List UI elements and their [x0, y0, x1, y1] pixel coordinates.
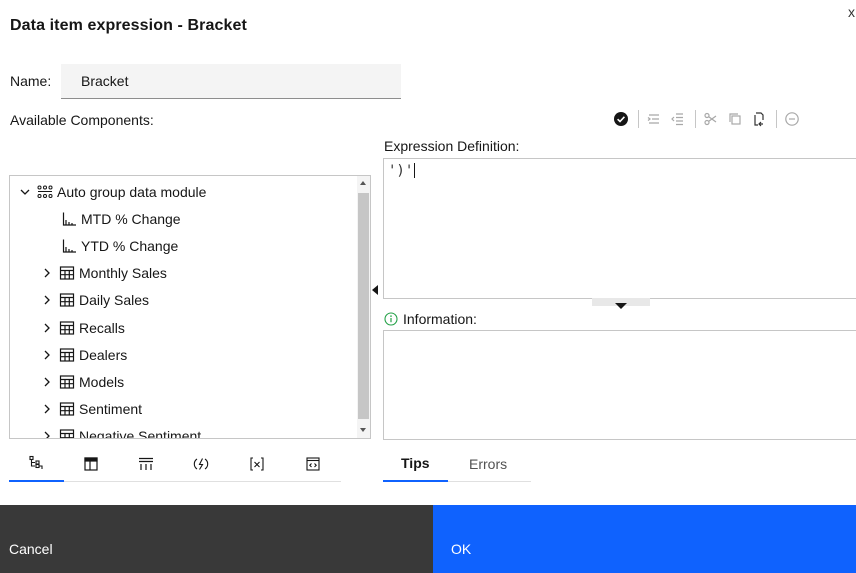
measure-icon: [60, 210, 77, 227]
tab-errors[interactable]: Errors: [469, 446, 507, 482]
table-icon: [58, 346, 75, 363]
information-panel: [383, 330, 856, 440]
info-tabs: Tips Errors: [383, 446, 531, 482]
name-label: Name:: [10, 73, 52, 89]
information-header: Information:: [384, 311, 477, 327]
scrollbar-thumb[interactable]: [358, 193, 369, 419]
tree-item[interactable]: Recalls: [40, 314, 125, 341]
tree-item-label: Monthly Sales: [79, 265, 167, 282]
information-label: Information:: [403, 311, 477, 327]
tab-source-tree[interactable]: [9, 446, 64, 482]
chevron-right-icon[interactable]: [40, 404, 54, 414]
chevron-right-icon[interactable]: [40, 377, 54, 387]
paste-icon[interactable]: [748, 108, 770, 130]
tree-item-label: Daily Sales: [79, 292, 150, 309]
collapse-left-icon[interactable]: [372, 285, 378, 295]
chevron-right-icon[interactable]: [40, 350, 54, 360]
table-icon: [58, 373, 75, 390]
tree-item[interactable]: Dealers: [40, 341, 127, 368]
cut-icon[interactable]: [700, 108, 722, 130]
tree-item[interactable]: Negative Sentiment: [40, 423, 202, 439]
expression-definition-label: Expression Definition:: [384, 138, 520, 154]
tab-query-items[interactable]: [118, 446, 173, 482]
expression-text: ')': [388, 163, 414, 179]
tab-parameters[interactable]: [229, 446, 284, 482]
tree-item[interactable]: Auto group data module: [18, 178, 206, 205]
tree-item-label: Dealers: [79, 346, 128, 363]
tree-item-label: Sentiment: [79, 401, 143, 418]
measure-icon: [60, 237, 77, 254]
name-input[interactable]: Bracket: [61, 64, 401, 99]
tree-item[interactable]: Daily Sales: [40, 287, 149, 314]
chevron-right-icon[interactable]: [40, 268, 54, 278]
table-icon: [58, 265, 75, 282]
chevron-right-icon[interactable]: [40, 431, 54, 438]
component-tabs: [9, 446, 341, 482]
data-module-icon: [36, 183, 53, 200]
functions-icon: [193, 456, 209, 472]
tree-item-label: Recalls: [79, 319, 125, 336]
tree-item[interactable]: YTD % Change: [60, 232, 178, 259]
tree-scrollbar[interactable]: [357, 176, 370, 438]
chevron-right-icon[interactable]: [40, 323, 54, 333]
table-icon: [58, 428, 75, 438]
tree-item-label: Models: [79, 373, 125, 390]
dialog-title: Data item expression - Bracket: [10, 17, 247, 34]
tree-item[interactable]: Monthly Sales: [40, 260, 167, 287]
table-icon: [58, 401, 75, 418]
components-tree: Auto group data module MTD % Change YTD % …: [9, 175, 371, 439]
table-icon: [58, 292, 75, 309]
table-icon: [58, 319, 75, 336]
tree-item-label: YTD % Change: [81, 237, 179, 254]
tree-item-label: Auto group data module: [57, 183, 207, 200]
tab-tips[interactable]: Tips: [383, 446, 448, 482]
tab-data-items[interactable]: [63, 446, 118, 482]
tree-item[interactable]: Models: [40, 368, 124, 395]
available-components-label: Available Components:: [10, 112, 154, 128]
info-icon: [384, 312, 398, 326]
tree-item[interactable]: MTD % Change: [60, 205, 181, 232]
scroll-up-icon[interactable]: [360, 181, 366, 185]
parameters-icon: [249, 456, 265, 472]
cancel-button[interactable]: Cancel: [0, 505, 433, 573]
expression-toolbar: [610, 108, 805, 130]
source-tree-icon: [28, 455, 45, 471]
collapse-down-icon[interactable]: [615, 303, 627, 309]
remove-icon[interactable]: [781, 108, 803, 130]
tree-item-label: Negative Sentiment: [79, 428, 202, 439]
close-icon[interactable]: x: [848, 4, 855, 20]
outdent-icon[interactable]: [667, 108, 689, 130]
tree-item-label: MTD % Change: [81, 210, 181, 227]
expression-editor[interactable]: ')': [383, 158, 856, 299]
name-input-value: Bracket: [81, 73, 129, 89]
scroll-down-icon[interactable]: [360, 428, 366, 432]
indent-icon[interactable]: [643, 108, 665, 130]
ok-button[interactable]: OK: [433, 505, 856, 573]
data-items-icon: [83, 456, 99, 472]
query-items-icon: [138, 456, 154, 472]
macros-icon: [305, 456, 321, 472]
chevron-right-icon[interactable]: [40, 295, 54, 305]
tab-functions[interactable]: [173, 446, 228, 482]
text-caret: [414, 163, 416, 178]
chevron-down-icon[interactable]: [18, 187, 32, 197]
copy-icon[interactable]: [724, 108, 746, 130]
tree-item[interactable]: Sentiment: [40, 396, 142, 423]
tab-macros[interactable]: [285, 446, 340, 482]
validate-icon[interactable]: [610, 108, 632, 130]
